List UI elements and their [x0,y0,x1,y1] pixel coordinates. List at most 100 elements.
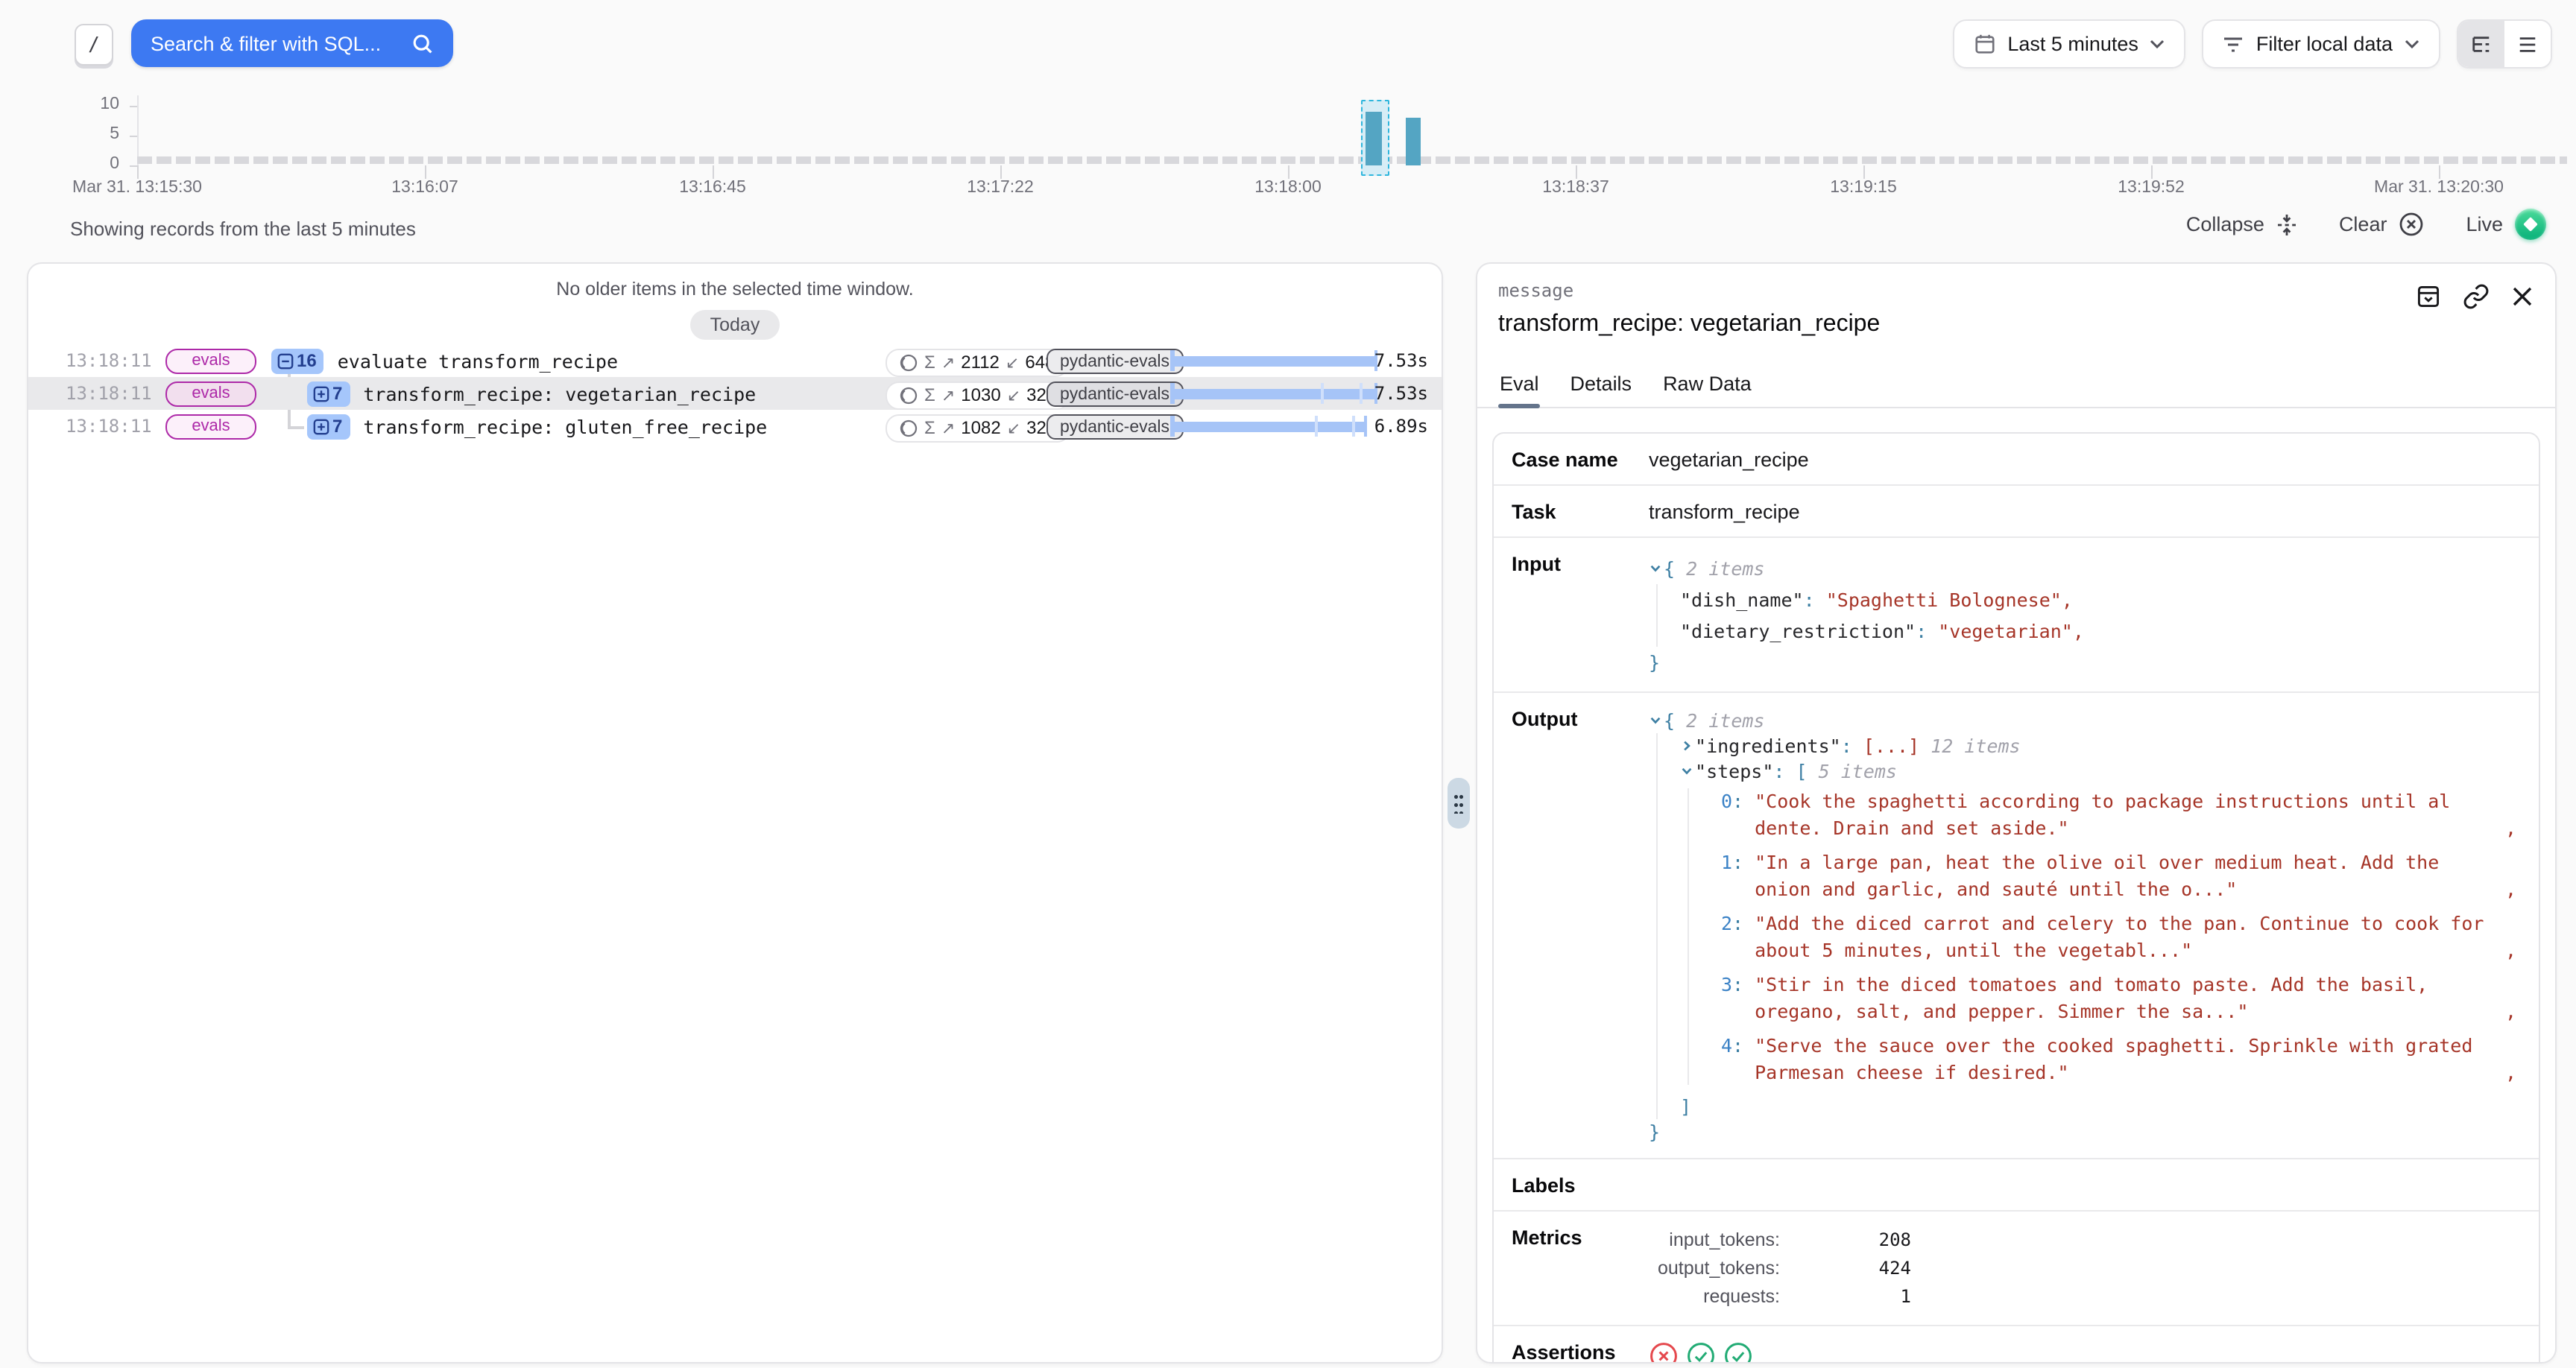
x-axis-tick [2439,165,2440,179]
task-label: Task [1512,499,1649,523]
json-step-4: 4: "Serve the sauce over the cooked spag… [1711,1033,2521,1085]
sigma-icon: Σ [924,384,935,405]
span-count-badge[interactable]: 16 [271,348,324,373]
metric-line: output_tokens:424 [1649,1255,2521,1283]
tab-details[interactable]: Details [1569,373,1634,407]
trace-rows: 13:18:11 evals 16 evaluate transform_rec… [28,344,1442,443]
clear-button[interactable]: Clear [2339,212,2425,237]
histogram-plot[interactable]: Mar 31. 13:15:3013:16:0713:16:4513:17:22… [137,86,2567,203]
trace-row[interactable]: 13:18:11 evals 16 evaluate transform_rec… [28,344,1442,377]
plus-square-icon [313,418,329,434]
timeline-histogram[interactable]: 0510 Mar 31. 13:15:3013:16:0713:16:4513:… [0,86,2576,203]
chevron-down-icon [2405,39,2419,49]
search-placeholder: Search & filter with SQL... [151,32,400,54]
duration-bar-tick [1321,383,1324,404]
x-axis-tick [713,165,714,179]
panel-splitter[interactable] [1440,262,1476,1364]
tokens-in-arrow-icon: ↗ [941,418,955,437]
logfire-live-view: / Search & filter with SQL... Last 5 min… [0,0,2576,1368]
metrics-row: Metrics input_tokens:208output_tokens:42… [1494,1212,2539,1326]
topbar: / Search & filter with SQL... Last 5 min… [0,0,2576,86]
trace-row[interactable]: 13:18:11 evals 7 transform_recipe: glute… [28,410,1442,443]
list-view-button[interactable] [2504,21,2551,67]
view-mode-toggle [2457,19,2552,69]
metric-value: 1 [1780,1283,1911,1311]
collapse-icon [2276,212,2297,236]
tab-eval[interactable]: Eval [1498,373,1541,407]
tokens-in-count: 1082 [961,417,1000,438]
chevron-down-icon[interactable] [1649,713,1662,726]
minus-square-icon [277,352,294,369]
y-axis-tick [130,165,137,167]
detail-header-actions [2415,283,2534,310]
clear-circle-x-icon [2399,212,2424,237]
json-open-brace[interactable]: { 2 items [1649,553,2521,584]
tokens-out-arrow-icon: ↙ [1007,418,1020,437]
panel-resize-handle[interactable] [1448,778,1470,829]
status-row: Showing records from the last 5 minutes … [0,203,2576,256]
x-axis-tick [1288,165,1289,179]
span-count: 7 [332,416,342,437]
input-json-tree[interactable]: { 2 items "dish_name": "Spaghetti Bologn… [1649,551,2521,678]
filter-local-data-button[interactable]: Filter local data [2203,19,2440,69]
tree-view-button[interactable] [2458,21,2504,67]
duration-bar-tick [1316,416,1319,437]
case-name-row: Case name vegetarian_recipe [1494,434,2539,486]
histogram-bar[interactable] [1405,118,1421,165]
token-usage-pill: Σ ↗ 2112 ↙ 648 [886,348,1068,376]
tab-raw-data[interactable]: Raw Data [1661,373,1753,407]
trace-row[interactable]: 13:18:11 evals 7 transform_recipe: veget… [28,377,1442,410]
token-usage-pill: Σ ↗ 1082 ↙ 325 [886,414,1070,442]
token-coin-icon [899,385,918,405]
copy-link-button[interactable] [2463,283,2490,310]
json-steps-key[interactable]: "steps": [ 5 items [1680,759,2521,784]
histogram-bar[interactable] [1366,112,1382,165]
assertion-fail-icon[interactable] [1649,1341,1679,1364]
metric-key: output_tokens: [1649,1255,1780,1283]
metric-line: input_tokens:208 [1649,1226,2521,1255]
json-collapsed-ingredients[interactable]: "ingredients": [...] 12 items [1680,733,2521,759]
time-range-button[interactable]: Last 5 minutes [1952,19,2186,69]
json-step-3: 3: "Stir in the diced tomatoes and tomat… [1711,972,2521,1024]
collapse-button[interactable]: Collapse [2186,212,2297,236]
span-count-badge[interactable]: 7 [307,414,350,439]
record-kind-label: message [1498,280,2534,301]
tokens-in-count: 1030 [961,384,1000,405]
span-count-badge[interactable]: 7 [307,381,350,406]
duration-bar-tick [1360,383,1363,404]
metric-value: 208 [1780,1226,1911,1255]
chevron-down-icon[interactable] [1649,561,1662,574]
row-timestamp: 13:18:11 [66,383,152,404]
time-range-label: Last 5 minutes [2007,33,2138,55]
chevron-down-icon[interactable] [1680,764,1693,777]
labels-value [1649,1173,2521,1197]
chevron-right-icon[interactable] [1680,738,1693,752]
row-tag-badge: evals [165,381,256,406]
x-axis-tick [1000,165,1002,179]
live-label: Live [2466,213,2503,235]
close-panel-button[interactable] [2510,285,2534,308]
row-timestamp: 13:18:11 [66,416,152,437]
assertion-pass-icon[interactable] [1686,1341,1716,1364]
x-axis-label: 13:18:00 [1254,179,1322,197]
y-axis-tick [130,136,137,137]
records-list-panel: No older items in the selected time wind… [27,262,1443,1364]
task-row: Task transform_recipe [1494,486,2539,538]
status-actions: Collapse Clear Live [2186,209,2546,240]
assertion-pass-icon[interactable] [1723,1341,1753,1364]
row-span-name: evaluate transform_recipe [338,349,618,372]
json-entry: "dish_name": "Spaghetti Bolognese", [1680,584,2521,615]
filter-icon [2223,35,2244,53]
token-coin-icon [899,418,918,437]
tokens-out-arrow-icon: ↙ [1007,385,1020,405]
y-axis-label: 0 [110,155,119,173]
json-open-brace[interactable]: { 2 items [1649,708,2521,733]
live-button[interactable]: Live [2466,209,2546,240]
output-json-tree[interactable]: { 2 items "ingredients": [...] 12 items … [1649,706,2521,1144]
search-input[interactable]: Search & filter with SQL... [131,19,453,67]
duration-bar [1172,355,1376,366]
task-value: transform_recipe [1649,499,2521,523]
dock-panel-button[interactable] [2415,283,2442,310]
json-step-2: 2: "Add the diced carrot and celery to t… [1711,911,2521,963]
duration-bar-tick [1352,416,1355,437]
